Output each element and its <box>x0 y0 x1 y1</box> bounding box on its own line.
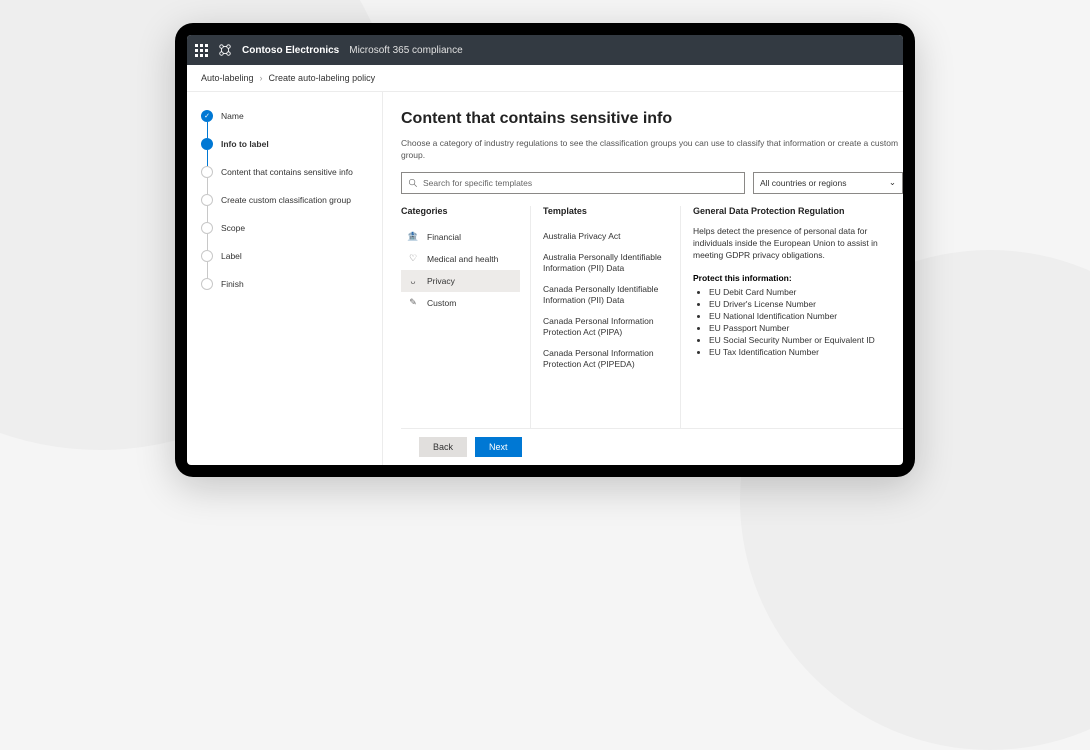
filter-row: Search for specific templates All countr… <box>401 172 903 194</box>
step-label[interactable]: Label <box>201 250 372 278</box>
step-finish[interactable]: Finish <box>201 278 372 306</box>
step-scope[interactable]: Scope <box>201 222 372 250</box>
protect-list: EU Debit Card Number EU Driver's License… <box>693 287 893 358</box>
dot-icon <box>201 222 213 234</box>
region-selected-label: All countries or regions <box>760 178 846 188</box>
categories-heading: Categories <box>401 206 520 216</box>
protect-heading: Protect this information: <box>693 273 893 283</box>
template-item[interactable]: Canada Personal Information Protection A… <box>543 343 670 375</box>
breadcrumb: Auto-labeling › Create auto-labeling pol… <box>187 65 903 92</box>
category-label: Custom <box>427 298 456 308</box>
wizard-stepper: ✓ Name Info to label Content that contai… <box>187 92 382 465</box>
step-label: Finish <box>221 278 244 290</box>
privacy-icon: ᴗ <box>407 275 419 287</box>
chevron-right-icon: › <box>260 73 263 83</box>
category-custom[interactable]: ✎ Custom <box>401 292 520 314</box>
protect-item: EU Tax Identification Number <box>709 347 893 359</box>
detail-column: General Data Protection Regulation Helps… <box>681 206 903 428</box>
category-label: Financial <box>427 232 461 242</box>
region-dropdown[interactable]: All countries or regions ⌄ <box>753 172 903 194</box>
dot-icon <box>201 166 213 178</box>
app-launcher-icon[interactable] <box>195 44 208 57</box>
picker-columns: Categories 🏦 Financial ♡ Medical and hea… <box>401 206 903 428</box>
wizard-footer: Back Next <box>401 428 903 465</box>
template-item[interactable]: Australia Privacy Act <box>543 226 670 247</box>
detail-heading: General Data Protection Regulation <box>693 206 893 216</box>
detail-description: Helps detect the presence of personal da… <box>693 226 893 262</box>
template-item[interactable]: Australia Personally Identifiable Inform… <box>543 247 670 279</box>
template-item[interactable]: Canada Personal Information Protection A… <box>543 311 670 343</box>
step-name[interactable]: ✓ Name <box>201 110 372 138</box>
step-info-to-label[interactable]: Info to label <box>201 138 372 166</box>
step-label: Create custom classification group <box>221 194 351 206</box>
bank-icon: 🏦 <box>407 231 419 243</box>
template-item[interactable]: Canada Personally Identifiable Informati… <box>543 279 670 311</box>
brand-logo-icon <box>218 43 232 57</box>
medical-icon: ♡ <box>407 253 419 265</box>
category-privacy[interactable]: ᴗ Privacy <box>401 270 520 292</box>
title-bar: Contoso Electronics Microsoft 365 compli… <box>187 35 903 65</box>
step-label: Name <box>221 110 244 122</box>
protect-item: EU National Identification Number <box>709 311 893 323</box>
screen: Contoso Electronics Microsoft 365 compli… <box>187 35 903 465</box>
step-sensitive-info[interactable]: Content that contains sensitive info <box>201 166 372 194</box>
protect-item: EU Debit Card Number <box>709 287 893 299</box>
step-label: Info to label <box>221 138 269 150</box>
product-name: Microsoft 365 compliance <box>349 45 462 56</box>
page-subtitle: Choose a category of industry regulation… <box>401 138 903 162</box>
category-label: Privacy <box>427 276 455 286</box>
main-panel: Content that contains sensitive info Cho… <box>382 92 903 465</box>
page-title: Content that contains sensitive info <box>401 110 903 128</box>
search-icon <box>408 178 418 188</box>
dot-icon <box>201 138 213 150</box>
protect-item: EU Passport Number <box>709 323 893 335</box>
step-label: Label <box>221 250 242 262</box>
back-button[interactable]: Back <box>419 437 467 457</box>
breadcrumb-current: Create auto-labeling policy <box>269 73 376 83</box>
category-label: Medical and health <box>427 254 498 264</box>
search-placeholder: Search for specific templates <box>423 178 532 188</box>
check-icon: ✓ <box>201 110 213 122</box>
search-input[interactable]: Search for specific templates <box>401 172 745 194</box>
dot-icon <box>201 278 213 290</box>
step-label: Content that contains sensitive info <box>221 166 353 178</box>
protect-item: EU Driver's License Number <box>709 299 893 311</box>
step-label: Scope <box>221 222 245 234</box>
chevron-down-icon: ⌄ <box>889 177 896 188</box>
dot-icon <box>201 194 213 206</box>
wizard-body: ✓ Name Info to label Content that contai… <box>187 92 903 465</box>
templates-column: Templates Australia Privacy Act Australi… <box>531 206 681 428</box>
dot-icon <box>201 250 213 262</box>
protect-item: EU Social Security Number or Equivalent … <box>709 335 893 347</box>
templates-heading: Templates <box>543 206 670 216</box>
category-medical[interactable]: ♡ Medical and health <box>401 248 520 270</box>
brand-name: Contoso Electronics <box>242 45 339 56</box>
next-button[interactable]: Next <box>475 437 522 457</box>
categories-column: Categories 🏦 Financial ♡ Medical and hea… <box>401 206 531 428</box>
custom-icon: ✎ <box>407 297 419 309</box>
breadcrumb-root[interactable]: Auto-labeling <box>201 73 254 83</box>
category-financial[interactable]: 🏦 Financial <box>401 226 520 248</box>
device-frame: Contoso Electronics Microsoft 365 compli… <box>175 23 915 477</box>
step-custom-group[interactable]: Create custom classification group <box>201 194 372 222</box>
